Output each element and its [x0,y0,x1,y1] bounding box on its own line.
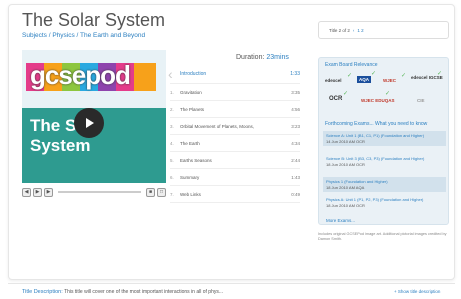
duration: Duration: 23mins [236,54,289,61]
check-icon: ✓ [347,73,353,79]
chapter-time: 1:33 [290,70,300,77]
check-icon: ✓ [437,71,443,77]
board-logo: WJEC [383,78,397,83]
pager-prev[interactable]: ‹ [353,28,355,33]
chapter-time: 1:43 [291,174,300,180]
chapter-name: Orbital Movement of Planets, Moons, [180,123,255,129]
more-exams-link[interactable]: More Exams... [326,218,355,223]
chapter-time: 3:35 [291,89,300,95]
chapter-time: 3:23 [291,123,300,129]
forthcoming-title: Forthcoming Exams... What you need to kn… [325,121,428,127]
check-icon: ✓ [401,73,407,79]
page-title: The Solar System [22,10,166,30]
board-logo: AQA [357,76,371,83]
duration-label: Duration: [236,54,265,61]
chapter-name: Introduction [180,70,207,77]
chapter-num: 5. [170,157,174,163]
description-label: Title Description: [22,289,63,295]
check-icon: ✓ [343,91,349,97]
chapter-item[interactable]: 4. The Earth 4:34 [170,135,300,152]
chapter-num: 3. [170,123,174,129]
chapter-item[interactable]: 5. Earths Seasons 2:44 [170,152,300,169]
chapter-time: 2:44 [291,157,300,163]
exam-list-item[interactable]: Physics A: Unit 1 (P1, P2, P3) (Foundati… [323,195,446,210]
chapter-time: 4:56 [291,106,300,112]
title-description: Title Description: This title will cover… [22,289,223,295]
chapter-list: Introduction 1:33 1. Gravitation 3:35 2.… [170,64,300,203]
check-icon: ✓ [371,71,377,77]
video-title-line1: The S [30,116,77,135]
chapter-time: 0:49 [291,191,300,197]
duration-value: 23mins [266,54,289,61]
chapter-time: 4:34 [291,140,300,146]
volume-icon[interactable]: ■ [146,187,155,197]
chapter-num: 1. [170,89,174,95]
board-logo: edexcel [325,78,342,83]
chapter-item[interactable]: 1. Gravitation 3:35 [170,84,300,101]
exam-name: Science B: Unit 3 (B3, C3, P3) (Foundati… [326,156,425,161]
play-icon [86,118,94,128]
seek-bar[interactable] [58,191,141,193]
board-logo: WJEC EDUQAS [361,98,395,103]
chapter-name: Summary [180,174,200,180]
pager-text: Title 2 of 2 [329,27,350,33]
show-description-link[interactable]: + Show title description [394,289,440,294]
rewind-icon[interactable]: ◀ [22,187,31,197]
play-icon[interactable]: ▶ [33,187,42,197]
chapter-name: The Earth [180,140,200,146]
chapter-name: Earths Seasons [180,157,212,163]
divider [8,283,455,284]
breadcrumb[interactable]: Subjects / Physics / The Earth and Beyon… [22,32,145,39]
logo-text: gcsepod [30,60,131,90]
check-icon: ✓ [385,91,391,97]
board-logo: CIE [417,98,425,103]
exam-list-item[interactable]: Science B: Unit 3 (B3, C3, P3) (Foundati… [323,154,446,169]
exam-list-item[interactable]: Physics 1 (Foundation and Higher) 18 Jun… [323,177,446,192]
exam-name: Science A: Unit 1 (B1, C1, P1) (Foundati… [326,133,425,138]
play-button[interactable] [74,108,104,138]
exam-list-item[interactable]: Science A: Unit 1 (B1, C1, P1) (Foundati… [323,131,446,146]
fullscreen-icon[interactable]: □ [157,187,166,197]
chapter-num: 4. [170,140,174,146]
chapter-name: The Planets [180,106,205,112]
chapter-item[interactable]: 2. The Planets 4:56 [170,101,300,118]
chapter-item[interactable]: 3. Orbital Movement of Planets, Moons, 3… [170,118,300,135]
exam-meta: 18 Jun 2010 AM OCR [326,203,365,208]
chapter-item[interactable]: Introduction 1:33 [170,64,300,84]
chapter-name: Web Links [180,191,201,197]
video-title-line2: System [30,136,91,155]
forward-icon[interactable]: ▶ [44,187,53,197]
chapter-num: 7. [170,191,174,197]
exam-meta: 18 Jun 2010 AM AQA [326,185,365,190]
chapter-num: 6. [170,174,174,180]
exam-board-title: Exam Board Relevance [325,62,378,68]
exam-board-panel: Exam Board Relevance edexcel ✓ AQA ✓ WJE… [318,57,449,225]
board-logo: OCR [329,96,343,102]
chapter-item[interactable]: 6. Summary 1:43 [170,169,300,186]
exam-name: Physics A: Unit 1 (P1, P2, P3) (Foundati… [326,197,424,202]
video-controls: ◀ ▶ ▶ ■ □ [22,186,166,198]
title-pager: Title 2 of 2 ‹ 1 2 [318,21,449,39]
image-credits: Includes original GCSEPod image art. Add… [318,232,447,241]
exam-name: Physics 1 (Foundation and Higher) [326,179,388,184]
video-player[interactable]: gcsepod The S System [22,50,166,183]
exam-board-logos: edexcel ✓ AQA ✓ WJEC ✓ edexcel IGCSE ✓ O… [325,71,445,116]
chapter-name: Gravitation [180,89,202,95]
chapter-num: 2. [170,106,174,112]
pager-pages[interactable]: 1 2 [357,28,363,33]
exam-meta: 14 Jun 2010 AM OCR [326,139,365,144]
chapter-item[interactable]: 7. Web Links 0:49 [170,186,300,203]
description-text: This title will cover one of the most im… [64,289,224,295]
exam-meta: 18 Jun 2010 AM OCR [326,162,365,167]
